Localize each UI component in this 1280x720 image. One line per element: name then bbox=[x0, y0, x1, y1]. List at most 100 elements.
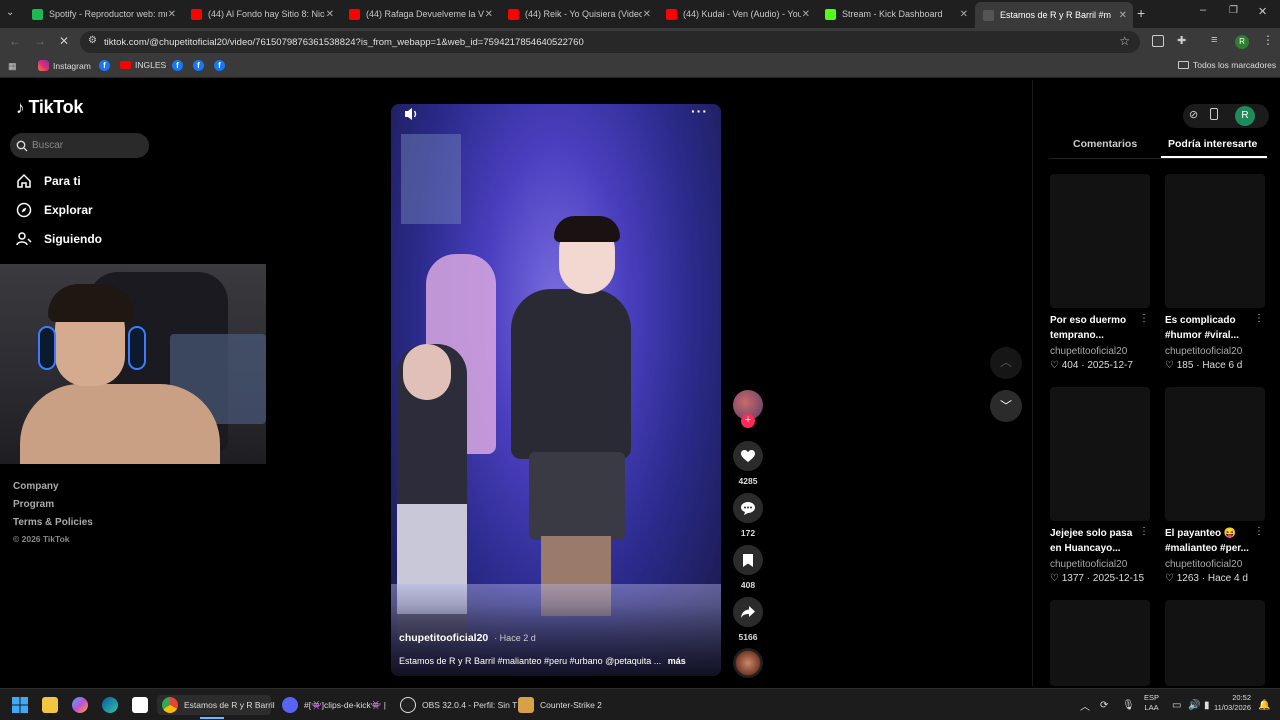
tab-podria-interesarte[interactable]: Podría interesarte bbox=[1168, 138, 1257, 150]
site-info-icon[interactable]: ⚙ bbox=[88, 35, 97, 46]
caption-more-link[interactable]: más bbox=[668, 656, 686, 666]
tab-close-icon[interactable]: ✕ bbox=[802, 9, 810, 20]
store-taskbar[interactable] bbox=[132, 695, 148, 715]
new-tab-button[interactable]: + bbox=[1137, 5, 1145, 21]
card-more-icon[interactable]: ⋮ bbox=[1254, 526, 1264, 537]
video-more-options-icon[interactable]: ··· bbox=[691, 104, 708, 119]
nav-following[interactable]: Siguiendo bbox=[16, 231, 102, 247]
discord-taskbar[interactable]: #[👾]clips-de-kick👾 | bbox=[282, 695, 386, 715]
tiktok-logo[interactable]: ♪ TikTok bbox=[16, 97, 83, 118]
tab-close-icon[interactable]: ✕ bbox=[960, 9, 968, 20]
music-disc[interactable] bbox=[733, 648, 763, 678]
tab-close-icon[interactable]: ✕ bbox=[1119, 10, 1127, 21]
footer-program-link[interactable]: Program bbox=[13, 499, 54, 510]
card-more-icon[interactable]: ⋮ bbox=[1254, 313, 1264, 324]
tab-close-icon[interactable]: ✕ bbox=[168, 9, 176, 20]
bookmark-facebook-4[interactable]: f bbox=[214, 60, 225, 71]
edge-taskbar[interactable] bbox=[102, 695, 118, 715]
puzzle-extensions-icon[interactable]: ✚ bbox=[1177, 34, 1186, 47]
back-button[interactable]: ← bbox=[9, 34, 21, 48]
extension-icon[interactable] bbox=[1152, 35, 1164, 47]
tray-microphone-icon[interactable]: 🎙 bbox=[1122, 695, 1135, 715]
forward-button[interactable]: → bbox=[34, 34, 46, 48]
author-avatar-button[interactable]: + bbox=[733, 390, 763, 428]
address-bar[interactable]: ⚙ tiktok.com/@chupetitoficial20/video/76… bbox=[80, 31, 1140, 53]
language-indicator[interactable]: ESP LAA bbox=[1144, 693, 1159, 713]
tab-close-icon[interactable]: ✕ bbox=[643, 9, 651, 20]
chrome-taskbar[interactable]: Estamos de R y R Barril bbox=[157, 695, 275, 715]
next-video-button[interactable]: ﹀ bbox=[990, 390, 1022, 422]
media-control-icon[interactable]: ≡ bbox=[1211, 34, 1217, 46]
browser-tab[interactable]: Spotify - Reproductor web: mú ✕ bbox=[24, 4, 182, 24]
card-title[interactable]: El payanteo 😝 #malianteo #per... bbox=[1165, 526, 1255, 556]
card-title[interactable]: Por eso duermo temprano... bbox=[1050, 313, 1140, 343]
video-thumbnail[interactable] bbox=[1050, 174, 1150, 308]
card-more-icon[interactable]: ⋮ bbox=[1139, 526, 1149, 537]
video-thumbnail[interactable] bbox=[1050, 600, 1150, 686]
close-window-button[interactable]: ✕ bbox=[1258, 5, 1267, 18]
profile-avatar[interactable]: R bbox=[1235, 35, 1249, 49]
nav-explore[interactable]: Explorar bbox=[16, 202, 93, 218]
stop-loading-button[interactable]: ✕ bbox=[59, 34, 69, 48]
footer-company-link[interactable]: Company bbox=[13, 481, 59, 492]
user-avatar[interactable]: R bbox=[1235, 106, 1255, 126]
tray-sync-icon[interactable]: ⟳ bbox=[1100, 695, 1108, 715]
restore-button[interactable]: ❐ bbox=[1229, 5, 1238, 16]
discover-icon[interactable]: ⊘ bbox=[1189, 108, 1198, 121]
notifications-icon[interactable]: 🔔 bbox=[1258, 695, 1270, 715]
like-action[interactable]: 4285 bbox=[733, 441, 763, 486]
card-more-icon[interactable]: ⋮ bbox=[1139, 313, 1149, 324]
video-thumbnail[interactable] bbox=[1165, 387, 1265, 521]
card-user[interactable]: chupetitooficial20 bbox=[1050, 559, 1127, 570]
device-icon[interactable] bbox=[1210, 108, 1218, 120]
video-player[interactable]: ··· chupetitooficial20 · Hace 2 d Estamo… bbox=[391, 104, 721, 676]
bookmark-facebook-2[interactable]: f bbox=[172, 60, 183, 71]
minimize-button[interactable]: – bbox=[1200, 4, 1206, 16]
browser-tab[interactable]: Stream - Kick Dashboard ✕ bbox=[817, 4, 974, 24]
bookmark-instagram[interactable]: Instagram bbox=[38, 60, 91, 71]
follow-plus-icon[interactable]: + bbox=[741, 414, 755, 428]
comment-action[interactable]: 172 bbox=[733, 493, 763, 538]
tray-volume-icon[interactable]: 🔊 bbox=[1188, 695, 1200, 715]
card-title[interactable]: Es complicado #humor #viral... bbox=[1165, 313, 1255, 343]
browser-tab[interactable]: (44) Al Fondo hay Sitio 8: Nicol ✕ bbox=[183, 4, 340, 24]
apps-grid-icon[interactable]: ▦ bbox=[8, 61, 17, 72]
video-thumbnail[interactable] bbox=[1165, 600, 1265, 686]
video-thumbnail[interactable] bbox=[1165, 174, 1265, 308]
browser-menu-button[interactable]: ⋮ bbox=[1262, 33, 1274, 47]
obs-taskbar[interactable]: OBS 32.0.4 - Perfil: Sin T bbox=[400, 695, 517, 715]
tray-chevron-icon[interactable]: ︿ bbox=[1080, 695, 1090, 715]
tab-search-button[interactable]: ⌄ bbox=[6, 7, 20, 21]
browser-tab[interactable]: (44) Kudai - Ven (Audio) - YouT ✕ bbox=[658, 4, 816, 24]
card-user[interactable]: chupetitooficial20 bbox=[1165, 346, 1242, 357]
tab-close-icon[interactable]: ✕ bbox=[326, 9, 334, 20]
video-thumbnail[interactable] bbox=[1050, 387, 1150, 521]
browser-tab[interactable]: Estamos de R y R Barril #m ✕ bbox=[975, 2, 1133, 28]
tab-comments[interactable]: Comentarios bbox=[1073, 138, 1137, 150]
browser-tab[interactable]: (44) Rafaga Devuelveme la Vid ✕ bbox=[341, 4, 499, 24]
card-title[interactable]: Jejejee solo pasa en Huancayo... bbox=[1050, 526, 1140, 556]
bookmark-facebook-1[interactable]: f bbox=[99, 60, 110, 71]
all-bookmarks-folder[interactable]: Todos los marcadores bbox=[1178, 60, 1276, 70]
copilot-taskbar[interactable] bbox=[72, 695, 88, 715]
bookmark-facebook-3[interactable]: f bbox=[193, 60, 204, 71]
save-action[interactable]: 408 bbox=[733, 545, 763, 590]
browser-tab[interactable]: (44) Reik - Yo Quisiera (Video) ✕ bbox=[500, 4, 657, 24]
card-user[interactable]: chupetitooficial20 bbox=[1165, 559, 1242, 570]
bookmark-ingles[interactable]: INGLES bbox=[120, 60, 166, 70]
bookmark-star-icon[interactable]: ☆ bbox=[1119, 34, 1130, 48]
tab-close-icon[interactable]: ✕ bbox=[485, 9, 493, 20]
video-username[interactable]: chupetitooficial20 bbox=[399, 632, 488, 644]
tray-display-icon[interactable]: ▭ bbox=[1172, 695, 1181, 715]
previous-video-button[interactable]: ︿ bbox=[990, 347, 1022, 379]
start-button[interactable] bbox=[12, 695, 28, 715]
nav-for-you[interactable]: Para ti bbox=[16, 173, 81, 189]
file-explorer-taskbar[interactable] bbox=[42, 695, 58, 715]
search-input[interactable]: Buscar bbox=[10, 133, 149, 158]
share-action[interactable]: 5166 bbox=[733, 597, 763, 642]
clock[interactable]: 20:52 11/03/2026 bbox=[1209, 693, 1251, 713]
card-user[interactable]: chupetitooficial20 bbox=[1050, 346, 1127, 357]
volume-icon[interactable] bbox=[404, 107, 420, 121]
footer-terms-link[interactable]: Terms & Policies bbox=[13, 517, 93, 528]
counter-strike-taskbar[interactable]: Counter-Strike 2 bbox=[518, 695, 602, 715]
